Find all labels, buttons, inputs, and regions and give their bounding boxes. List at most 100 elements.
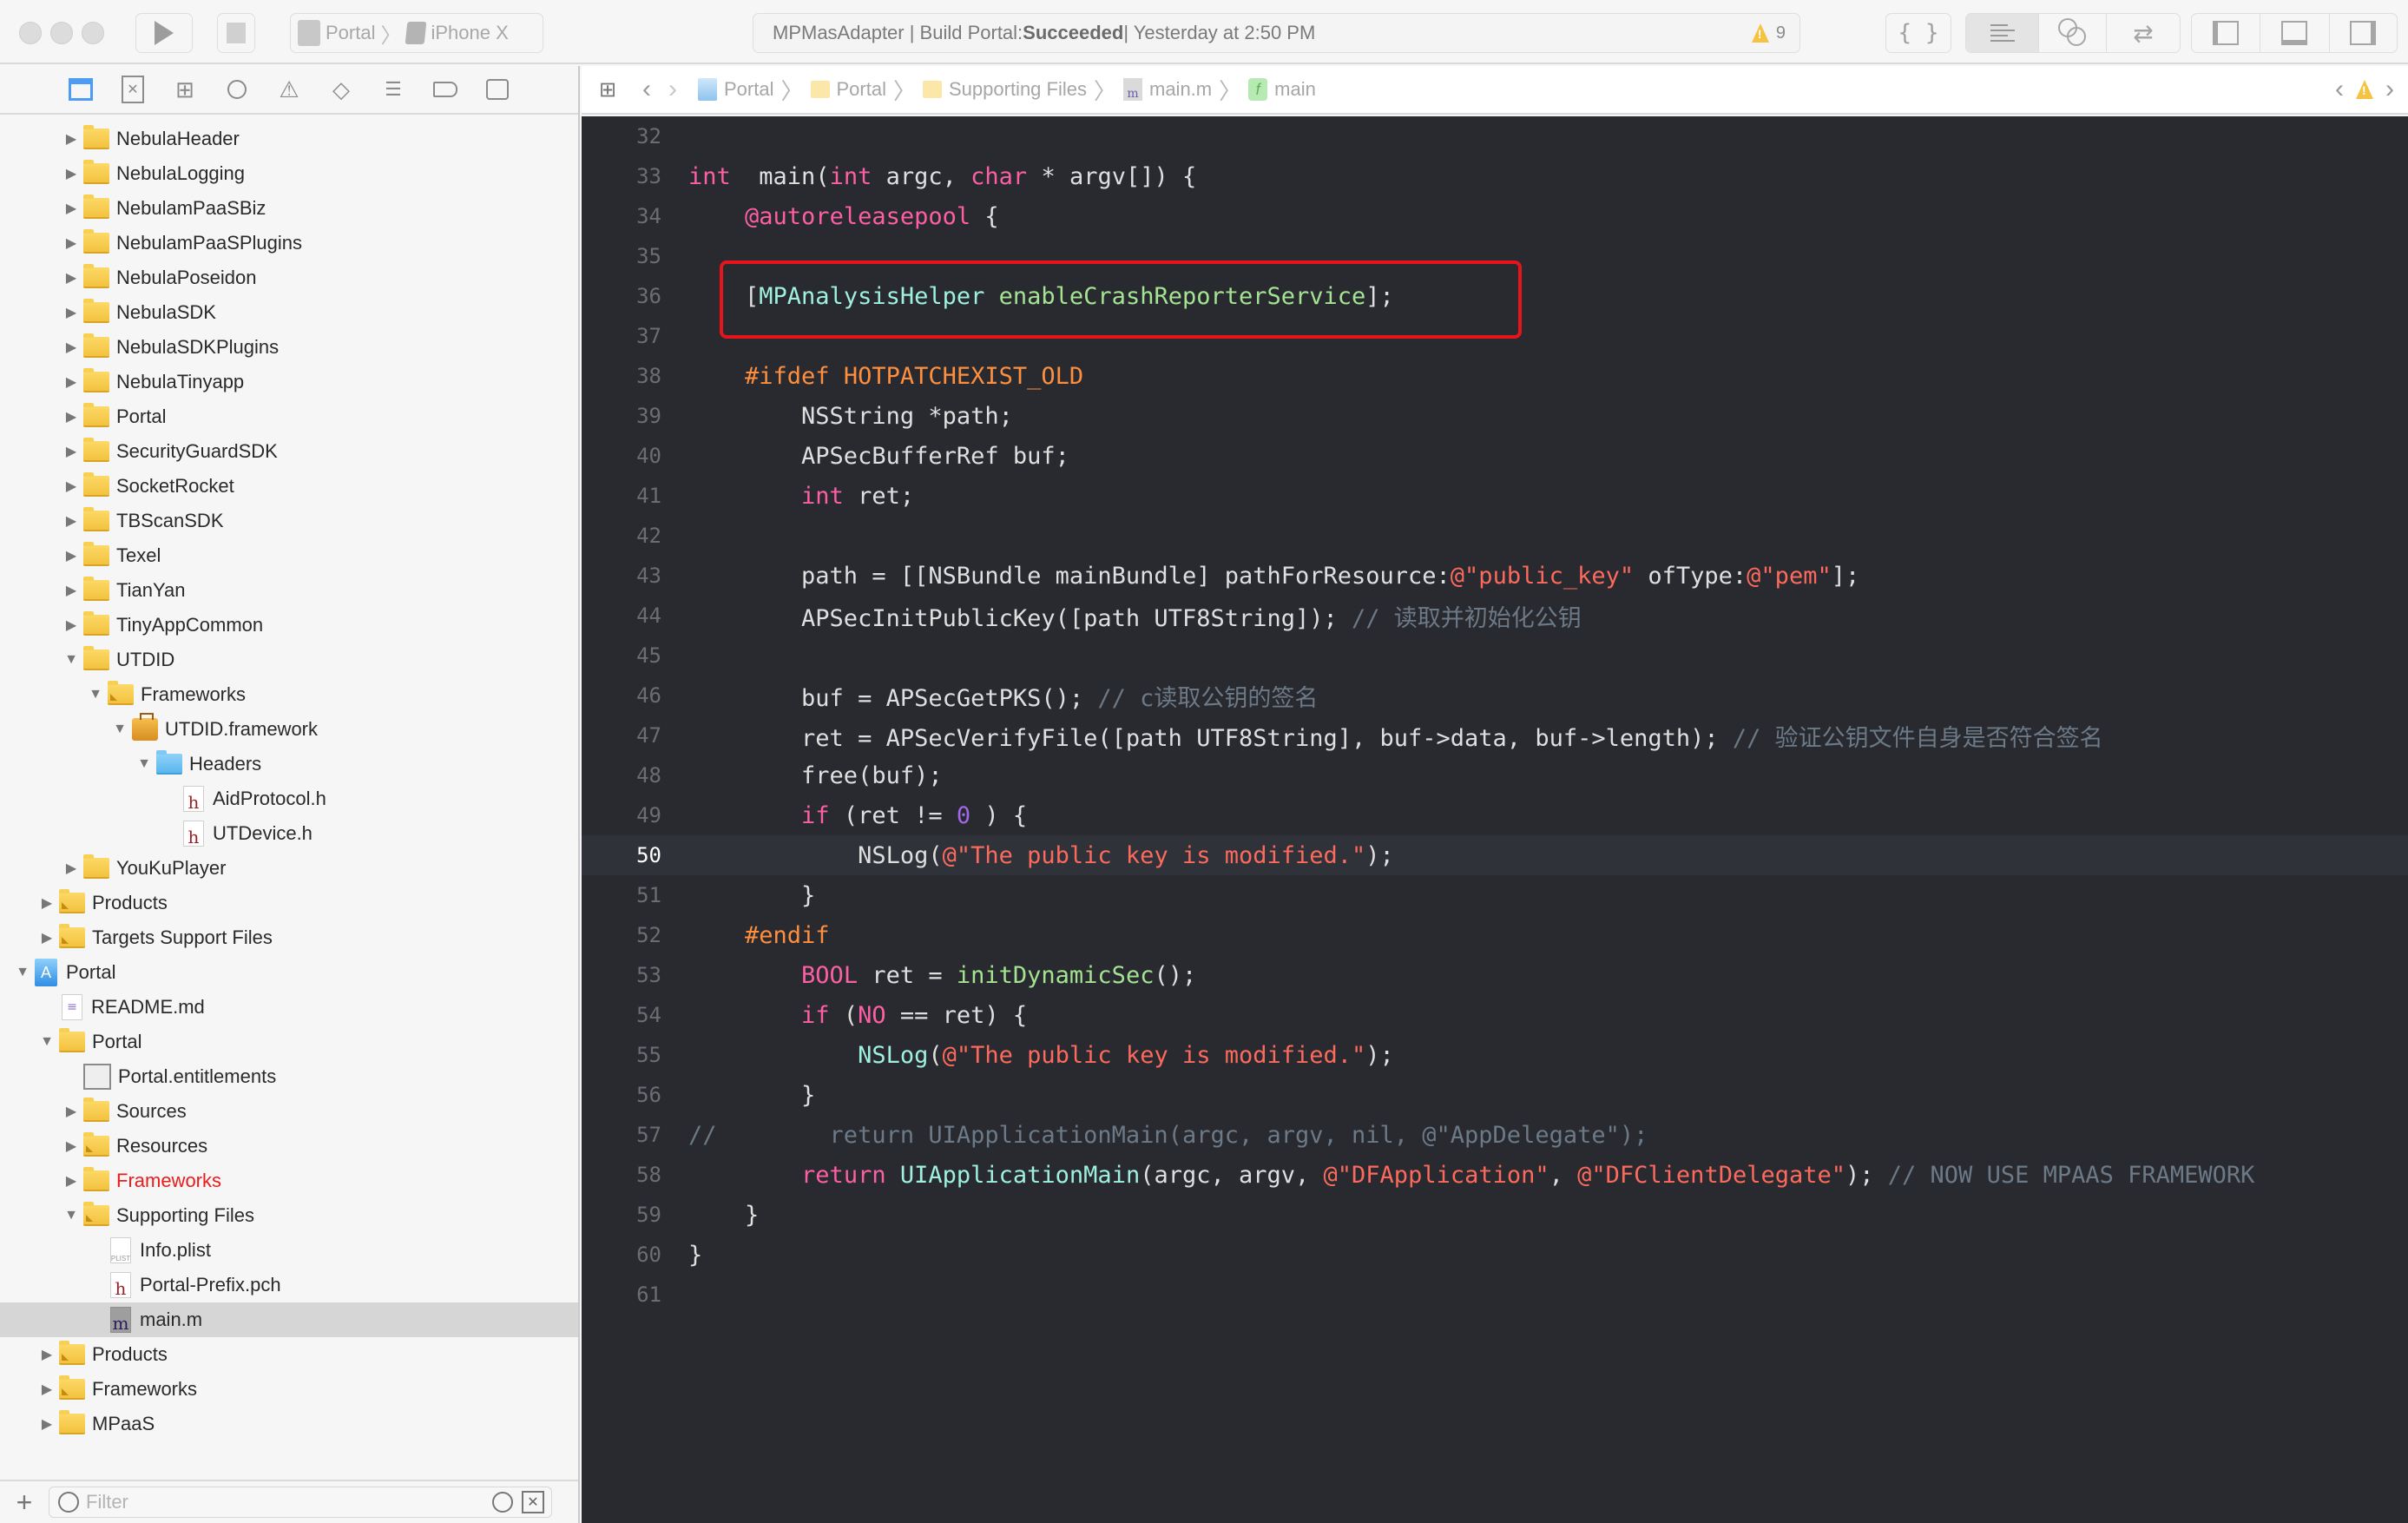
warnings-indicator[interactable]: 9 bbox=[1751, 23, 1786, 43]
file-tree-item[interactable]: ▶ NebulamPaaSPlugins bbox=[0, 226, 578, 260]
line-number[interactable]: 57 bbox=[582, 1123, 661, 1147]
disclosure-closed-icon[interactable]: ▶ bbox=[59, 1137, 83, 1155]
line-number[interactable]: 33 bbox=[582, 164, 661, 188]
file-tree-item[interactable]: ▶ Portal bbox=[0, 399, 578, 434]
line-number[interactable]: 43 bbox=[582, 564, 661, 588]
code-line[interactable]: 32 bbox=[582, 116, 2408, 156]
line-number[interactable]: 55 bbox=[582, 1043, 661, 1067]
standard-editor-button[interactable] bbox=[1966, 14, 2039, 52]
disclosure-open-icon[interactable]: ▼ bbox=[10, 965, 35, 980]
disclosure-closed-icon[interactable]: ▶ bbox=[59, 130, 83, 148]
code-line[interactable]: 59 } bbox=[582, 1195, 2408, 1235]
disclosure-closed-icon[interactable]: ▶ bbox=[59, 200, 83, 217]
disclosure-closed-icon[interactable]: ▶ bbox=[59, 373, 83, 391]
debug-navigator-tab[interactable]: ☰ bbox=[378, 75, 408, 104]
disclosure-closed-icon[interactable]: ▶ bbox=[59, 860, 83, 877]
disclosure-closed-icon[interactable]: ▶ bbox=[59, 547, 83, 564]
code-line[interactable]: 58 return UIApplicationMain(argc, argv, … bbox=[582, 1155, 2408, 1195]
line-number[interactable]: 50 bbox=[582, 843, 661, 867]
line-number[interactable]: 32 bbox=[582, 124, 661, 148]
disclosure-closed-icon[interactable]: ▶ bbox=[35, 929, 59, 946]
line-number[interactable]: 46 bbox=[582, 683, 661, 708]
disclosure-closed-icon[interactable]: ▶ bbox=[59, 408, 83, 425]
disclosure-closed-icon[interactable]: ▶ bbox=[59, 1103, 83, 1120]
code-line[interactable]: 60} bbox=[582, 1235, 2408, 1275]
close-window-button[interactable] bbox=[19, 22, 42, 44]
find-navigator-tab[interactable] bbox=[222, 75, 252, 104]
disclosure-open-icon[interactable]: ▼ bbox=[132, 756, 156, 772]
file-tree-item[interactable]: ▶ SocketRocket bbox=[0, 469, 578, 504]
file-tree-item[interactable]: ▶ NebulaTinyapp bbox=[0, 365, 578, 399]
file-tree-item[interactable]: ▼ Frameworks bbox=[0, 677, 578, 712]
disclosure-closed-icon[interactable]: ▶ bbox=[35, 1346, 59, 1363]
scheme-selector[interactable]: Portal 〉 iPhone X bbox=[290, 13, 543, 53]
file-tree-item[interactable]: ≡ README.md bbox=[0, 990, 578, 1025]
file-tree-item[interactable]: ▶ Targets Support Files bbox=[0, 920, 578, 955]
file-tree-item[interactable]: ▶ Frameworks bbox=[0, 1372, 578, 1407]
code-line[interactable]: 36 [MPAnalysisHelper enableCrashReporter… bbox=[582, 276, 2408, 316]
file-tree-item[interactable]: ▶ TianYan bbox=[0, 573, 578, 608]
disclosure-closed-icon[interactable]: ▶ bbox=[59, 616, 83, 634]
disclosure-closed-icon[interactable]: ▶ bbox=[59, 443, 83, 460]
code-line[interactable]: 61 bbox=[582, 1275, 2408, 1315]
code-line[interactable]: 34 @autoreleasepool { bbox=[582, 196, 2408, 236]
assistant-editor-button[interactable] bbox=[2039, 14, 2107, 52]
breadcrumb-item[interactable]: Portal bbox=[810, 78, 886, 101]
run-button[interactable] bbox=[135, 13, 193, 53]
disclosure-closed-icon[interactable]: ▶ bbox=[59, 234, 83, 252]
file-tree-item[interactable]: ▼ UTDID bbox=[0, 643, 578, 677]
line-number[interactable]: 54 bbox=[582, 1003, 661, 1027]
disclosure-closed-icon[interactable]: ▶ bbox=[59, 269, 83, 287]
next-issue-button[interactable]: › bbox=[2385, 75, 2394, 104]
code-line[interactable]: 45 bbox=[582, 636, 2408, 676]
code-line[interactable]: 56 } bbox=[582, 1075, 2408, 1115]
breadcrumb-item[interactable]: f main bbox=[1248, 78, 1316, 101]
file-tree-item[interactable]: ▶ NebulaSDKPlugins bbox=[0, 330, 578, 365]
breadcrumb-item[interactable]: m main.m bbox=[1123, 78, 1212, 101]
code-line[interactable]: 33 int main(int argc, char * argv[]) { bbox=[582, 156, 2408, 196]
code-line[interactable]: 50 NSLog(@"The public key is modified.")… bbox=[582, 835, 2408, 875]
project-navigator-tab[interactable] bbox=[66, 75, 95, 104]
code-line[interactable]: 40 APSecBufferRef buf; bbox=[582, 436, 2408, 476]
line-number[interactable]: 45 bbox=[582, 643, 661, 668]
breadcrumb-item[interactable]: Supporting Files bbox=[923, 78, 1087, 101]
code-line[interactable]: 47 ret = APSecVerifyFile([path UTF8Strin… bbox=[582, 715, 2408, 755]
file-tree-item[interactable]: ▶ Sources bbox=[0, 1094, 578, 1129]
line-number[interactable]: 58 bbox=[582, 1163, 661, 1187]
code-line[interactable]: 48 free(buf); bbox=[582, 755, 2408, 795]
source-control-navigator-tab[interactable]: ✕ bbox=[118, 75, 148, 104]
line-number[interactable]: 35 bbox=[582, 244, 661, 268]
code-line[interactable]: 51 } bbox=[582, 875, 2408, 915]
line-number[interactable]: 47 bbox=[582, 723, 661, 748]
file-tree-item[interactable]: ▶ Frameworks bbox=[0, 1164, 578, 1198]
zoom-window-button[interactable] bbox=[82, 22, 104, 44]
line-number[interactable]: 49 bbox=[582, 803, 661, 827]
line-number[interactable]: 37 bbox=[582, 324, 661, 348]
report-navigator-tab[interactable] bbox=[483, 75, 512, 104]
code-line[interactable]: 38 #ifdef HOTPATCHEXIST_OLD bbox=[582, 356, 2408, 396]
file-tree-item[interactable]: h UTDevice.h bbox=[0, 816, 578, 851]
line-number[interactable]: 48 bbox=[582, 763, 661, 788]
file-tree-item[interactable]: ▶ NebulaLogging bbox=[0, 156, 578, 191]
disclosure-closed-icon[interactable]: ▶ bbox=[59, 339, 83, 356]
symbol-navigator-tab[interactable]: ⊞ bbox=[170, 75, 200, 104]
code-line[interactable]: 41 int ret; bbox=[582, 476, 2408, 516]
go-forward-button[interactable]: › bbox=[668, 75, 677, 104]
test-navigator-tab[interactable]: ◇ bbox=[326, 75, 356, 104]
line-number[interactable]: 40 bbox=[582, 444, 661, 468]
file-tree-item[interactable]: ▶ NebulaPoseidon bbox=[0, 260, 578, 295]
file-tree-item[interactable]: h AidProtocol.h bbox=[0, 781, 578, 816]
filter-input[interactable] bbox=[86, 1491, 468, 1513]
code-line[interactable]: 43 path = [[NSBundle mainBundle] pathFor… bbox=[582, 556, 2408, 596]
line-number[interactable]: 42 bbox=[582, 524, 661, 548]
line-number[interactable]: 38 bbox=[582, 364, 661, 388]
line-number[interactable]: 59 bbox=[582, 1203, 661, 1227]
file-tree-item[interactable]: ▶ TBScanSDK bbox=[0, 504, 578, 538]
code-line[interactable]: 46 buf = APSecGetPKS(); // c读取公钥的签名 bbox=[582, 676, 2408, 715]
disclosure-open-icon[interactable]: ▼ bbox=[83, 687, 108, 702]
file-tree-item[interactable]: ▶ Products bbox=[0, 886, 578, 920]
previous-issue-button[interactable]: ‹ bbox=[2335, 75, 2344, 104]
code-line[interactable]: 42 bbox=[582, 516, 2408, 556]
disclosure-closed-icon[interactable]: ▶ bbox=[35, 1381, 59, 1398]
file-tree-item[interactable]: h Portal-Prefix.pch bbox=[0, 1268, 578, 1302]
